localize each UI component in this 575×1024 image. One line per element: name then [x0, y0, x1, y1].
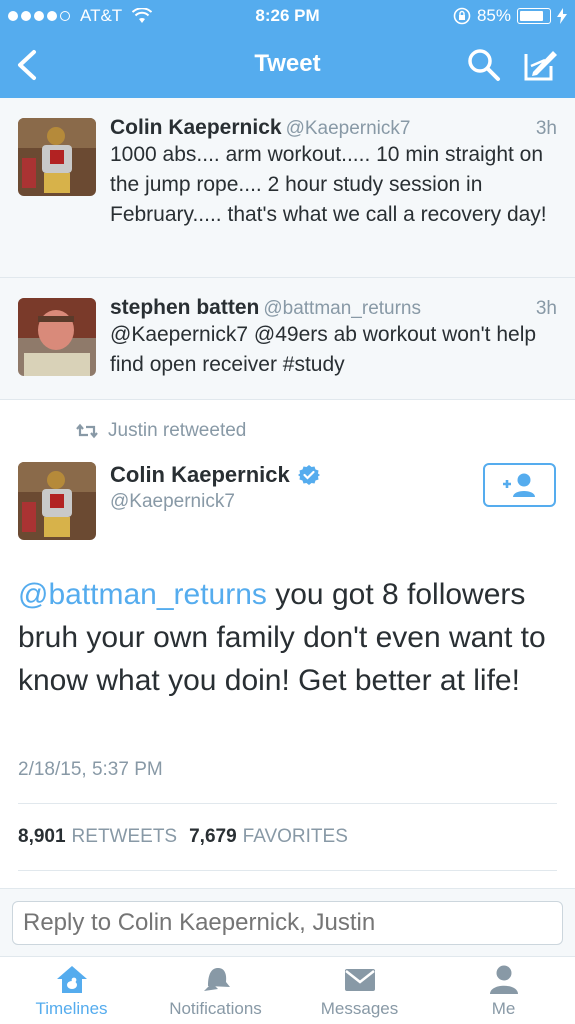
- divider: [18, 803, 557, 804]
- tab-notifications[interactable]: Notifications: [144, 963, 287, 1019]
- author-name[interactable]: Colin Kaepernick: [110, 462, 290, 488]
- tweet-header: Colin Kaepernick @Kaepernick7: [110, 116, 557, 140]
- author-name-line[interactable]: Colin Kaepernick: [110, 462, 320, 488]
- reply-bar: [0, 888, 575, 956]
- search-icon[interactable]: [467, 48, 501, 82]
- nav-bar: Tweet: [0, 34, 575, 98]
- add-user-icon: [502, 473, 535, 497]
- tab-me[interactable]: Me: [432, 963, 575, 1019]
- envelope-icon: [344, 969, 375, 991]
- top-bar: AT&T 8:26 PM 85% Tweet: [0, 0, 575, 98]
- tweet-text: @Kaepernick7 @49ers ab workout won't hel…: [110, 323, 537, 376]
- divider: [18, 870, 557, 871]
- retweets-label: RETWEETS: [71, 826, 178, 847]
- tab-label: Notifications: [169, 999, 262, 1018]
- reply-input[interactable]: [12, 901, 563, 945]
- battery-icon: [517, 8, 551, 24]
- tab-label: Me: [491, 999, 516, 1018]
- tab-messages[interactable]: Messages: [288, 963, 431, 1019]
- favorites-label: FAVORITES: [242, 826, 348, 847]
- home-icon: [56, 966, 87, 993]
- status-right: 85%: [453, 6, 567, 26]
- retweet-icon: [76, 423, 98, 439]
- tab-label: Timelines: [35, 999, 108, 1018]
- tweet-body: @battman_returns you got 8 followers bru…: [18, 573, 558, 702]
- tab-timelines[interactable]: Timelines: [0, 963, 143, 1019]
- bell-icon: [203, 968, 230, 991]
- status-bar: AT&T 8:26 PM 85%: [0, 0, 575, 34]
- retweets-count: 8,901: [18, 826, 66, 847]
- person-icon: [489, 965, 518, 994]
- tweet-timestamp: 2/18/15, 5:37 PM: [18, 759, 163, 780]
- avatar[interactable]: [18, 118, 96, 196]
- battery-percent: 85%: [476, 6, 511, 25]
- favorites-stat[interactable]: 7,679 FAVORITES: [189, 826, 348, 848]
- author-name[interactable]: Colin Kaepernick: [110, 116, 282, 139]
- tab-label: Messages: [320, 999, 399, 1018]
- author-handle[interactable]: @battman_returns: [263, 298, 421, 319]
- charging-icon: [557, 8, 567, 24]
- retweets-stat[interactable]: 8,901 RETWEETS: [18, 826, 177, 848]
- tab-bar: Timelines Notifications Messages Me: [0, 956, 575, 1024]
- conversation-tweet[interactable]: stephen batten @battman_returns 3h @Kaepe…: [0, 278, 575, 400]
- retweet-context: Justin retweeted: [76, 420, 246, 442]
- author-handle[interactable]: @Kaepernick7: [110, 491, 235, 513]
- author-handle[interactable]: @Kaepernick7: [286, 118, 411, 139]
- verified-badge-icon: [297, 465, 320, 485]
- tweet-time: 3h: [535, 298, 557, 319]
- follow-button[interactable]: [483, 463, 556, 507]
- avatar[interactable]: [18, 462, 96, 540]
- favorites-count: 7,679: [189, 826, 237, 847]
- tweet-stats: 8,901 RETWEETS 7,679 FAVORITES: [18, 826, 348, 848]
- avatar[interactable]: [18, 298, 96, 376]
- tweet-text: 1000 abs.... arm workout..... 10 min str…: [110, 143, 547, 226]
- compose-icon[interactable]: [523, 46, 559, 82]
- rotation-lock-icon: [453, 7, 471, 25]
- conversation-tweet[interactable]: Colin Kaepernick @Kaepernick7 3h 1000 abs…: [0, 98, 575, 278]
- tweet-header: stephen batten @battman_returns: [110, 296, 557, 320]
- tweet-time: 3h: [535, 118, 557, 139]
- mention-link[interactable]: @battman_returns: [18, 578, 267, 611]
- author-name[interactable]: stephen batten: [110, 296, 259, 319]
- retweet-context-label[interactable]: Justin retweeted: [108, 420, 246, 442]
